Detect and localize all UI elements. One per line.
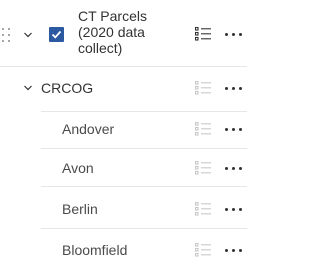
layer-title-line-2: (2020 data [78, 24, 145, 40]
list-item-label: Berlin [62, 201, 98, 217]
chevron-down-icon[interactable] [23, 30, 33, 40]
legend-list-icon[interactable] [195, 243, 212, 257]
legend-list-icon[interactable] [195, 122, 212, 136]
list-item-label: Andover [62, 121, 115, 137]
more-options-icon[interactable] [225, 208, 243, 212]
list-item[interactable]: Berlin [0, 187, 247, 223]
chevron-down-icon[interactable] [23, 83, 33, 93]
drag-handle-icon[interactable] [2, 28, 11, 42]
layer-title: CT Parcels (2020 data collect) [78, 8, 188, 56]
list-item[interactable]: Andover [0, 112, 247, 148]
list-item[interactable]: Avon [0, 149, 247, 185]
legend-list-icon[interactable] [195, 27, 212, 41]
visibility-checkbox[interactable] [49, 27, 64, 42]
layer-title-line-3: collect) [78, 40, 123, 56]
more-options-icon[interactable] [225, 249, 243, 253]
list-item-label: Avon [62, 160, 94, 176]
more-options-icon[interactable] [225, 128, 243, 132]
more-options-icon[interactable] [225, 87, 243, 91]
layer-title-line-1: CT Parcels [78, 8, 147, 24]
legend-list-icon[interactable] [195, 202, 212, 216]
legend-list-icon[interactable] [195, 81, 212, 95]
legend-list-icon[interactable] [195, 161, 212, 175]
group-label: CRCOG [41, 80, 94, 96]
list-item[interactable]: Bloomfield [0, 229, 247, 265]
list-item-label: Bloomfield [62, 242, 128, 258]
layer-row-ct-parcels[interactable]: CT Parcels (2020 data collect) [0, 0, 247, 66]
group-row-crcog[interactable]: CRCOG [0, 67, 247, 111]
more-options-icon[interactable] [225, 33, 243, 37]
more-options-icon[interactable] [225, 167, 243, 171]
